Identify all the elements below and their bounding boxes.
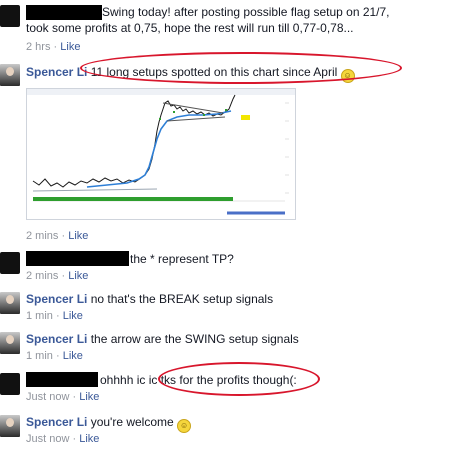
comment-line: Spencer Li the arrow are the SWING setup… [26,332,299,347]
separator: · [61,230,66,242]
separator: · [72,391,77,403]
like-link[interactable]: Like [60,41,80,53]
commenter-avatar[interactable] [0,332,20,354]
post-time[interactable]: 2 hrs [26,41,50,53]
comment-time[interactable]: Just now [26,433,69,445]
comment-2-meta: 2 mins · Like [26,269,88,283]
post-author-avatar[interactable] [0,5,20,27]
commenter-name[interactable]: Spencer Li [26,292,87,306]
redacted-name [26,251,129,266]
commenter-avatar[interactable] [0,373,20,395]
stock-chart [27,89,295,219]
post-text-line1: Swing today! after posting possible flag… [102,5,390,19]
comment-4: Spencer Li the arrow are the SWING setup… [0,330,450,366]
like-link[interactable]: Like [63,310,83,322]
signal-label [241,115,250,120]
redacted-name [26,372,98,387]
post-text-line2: took some profits at 0,75, hope the rest… [26,21,354,35]
comment-text: you're welcome [90,415,174,429]
comment-text: the arrow are the SWING setup signals [90,332,299,346]
smile-emoji-icon: ☺ [177,419,192,433]
comment-time[interactable]: 2 mins [26,270,58,282]
chart-attachment[interactable] [26,88,296,220]
like-link[interactable]: Like [79,433,99,445]
highlight-ellipse [158,362,320,396]
comment-time[interactable]: 1 min [26,350,53,362]
separator: · [72,433,77,445]
highlight-ellipse [80,52,402,84]
comment-line: Spencer Li you're welcome ☺ [26,415,192,433]
separator: · [53,41,58,53]
separator: · [55,310,60,322]
comment-1-meta: 2 mins · Like [26,229,88,243]
comment-line: Spencer Li no that's the BREAK setup sig… [26,292,273,307]
separator: · [55,350,60,362]
comment-5-meta: Just now · Like [26,390,99,404]
separator: · [61,270,66,282]
commenter-name[interactable]: Spencer Li [26,332,87,346]
commenter-name[interactable]: Spencer Li [26,65,87,79]
comment-time[interactable]: 2 mins [26,230,58,242]
comment-3-meta: 1 min · Like [26,309,83,323]
comment-6-meta: Just now · Like [26,432,99,446]
commenter-avatar[interactable] [0,64,20,86]
redacted-name [26,5,102,20]
volume-bar [33,197,233,201]
comment-2: the * represent TP? 2 mins · Like [0,250,450,286]
commenter-avatar[interactable] [0,292,20,314]
comment-text: no that's the BREAK setup signals [90,292,274,306]
comment-3: Spencer Li no that's the BREAK setup sig… [0,290,450,326]
commenter-avatar[interactable] [0,415,20,437]
like-link[interactable]: Like [63,350,83,362]
comment-time[interactable]: 1 min [26,310,53,322]
comment-text: the * represent TP? [130,252,234,266]
post: Swing today! after posting possible flag… [0,0,450,58]
commenter-avatar[interactable] [0,252,20,274]
commenter-name[interactable]: Spencer Li [26,415,87,429]
like-link[interactable]: Like [68,270,88,282]
like-link[interactable]: Like [68,230,88,242]
post-meta: 2 hrs · Like [26,40,80,54]
comment-4-meta: 1 min · Like [26,349,83,363]
like-link[interactable]: Like [79,391,99,403]
comment-6: Spencer Li you're welcome ☺ Just now · L… [0,413,450,449]
comment-time[interactable]: Just now [26,391,69,403]
